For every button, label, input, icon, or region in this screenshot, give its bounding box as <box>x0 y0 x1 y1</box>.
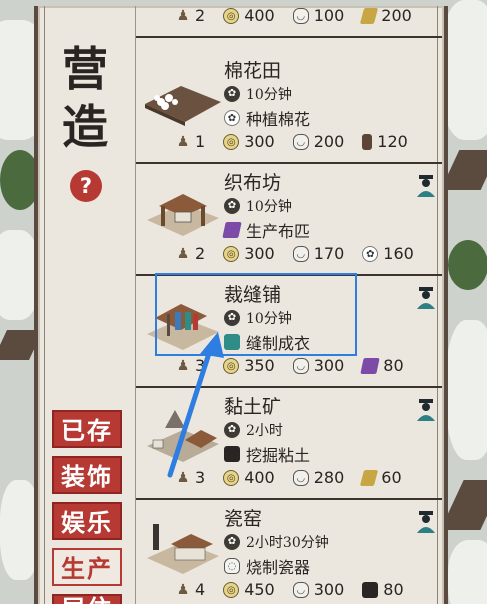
product-row: ◌ 烧制瓷器 <box>224 554 310 578</box>
cost-row: ♟ 4 ◎ 450 ◡ 300 80 <box>176 580 404 599</box>
cost-value: 1 <box>195 132 206 151</box>
tab-residence[interactable]: 居住 <box>52 594 122 604</box>
porcelain-kiln-image <box>147 524 219 574</box>
list-item-partial: ♟ 2 ◎ 400 ◡ 100 200 <box>136 6 442 38</box>
product-row: 生产布匹 <box>222 218 311 242</box>
list-item-porcelain-kiln[interactable]: 瓷窑 ✿ 2小时30分钟 ◌ 烧制瓷器 ♟ 4 ◎ 450 ◡ 300 80 <box>136 500 442 604</box>
bowl-icon: ◡ <box>292 7 309 24</box>
panel-title-line1: 营 <box>62 42 110 96</box>
brick-icon <box>360 7 379 24</box>
cost-value: 80 <box>383 356 404 375</box>
build-time-row: ✿ 2小时30分钟 <box>224 532 329 552</box>
cost-value: 160 <box>383 244 414 263</box>
cost-value: 200 <box>381 6 412 25</box>
worker-icon <box>417 175 435 197</box>
brick-icon <box>360 469 379 486</box>
cost-value: 400 <box>244 468 275 487</box>
build-time-row: ✿ 10分钟 <box>224 84 292 104</box>
person-icon: ♟ <box>176 7 190 24</box>
cloth-icon <box>222 222 242 238</box>
cost-value: 300 <box>313 580 345 599</box>
title-column: 营 造 ? <box>40 40 132 202</box>
tab-production[interactable]: 生产 <box>52 548 122 586</box>
cost-value: 2 <box>195 244 206 263</box>
product-row: 挖掘粘土 <box>224 442 310 466</box>
category-tabs: 已存 装饰 娱乐 生产 居住 <box>52 410 122 604</box>
cost-value: 300 <box>244 132 275 151</box>
product-label: 种植棉花 <box>246 110 311 129</box>
person-icon: ♟ <box>176 581 190 598</box>
worker-icon <box>417 511 435 533</box>
bowl-icon: ◡ <box>292 133 309 150</box>
cost-row: ♟ 1 ◎ 300 ◡ 200 120 <box>176 132 408 151</box>
building-name: 织布坊 <box>224 172 282 194</box>
time-icon: ✿ <box>224 86 240 102</box>
cost-value: 350 <box>244 356 275 375</box>
cost-row: ♟ 2 ◎ 400 ◡ 100 200 <box>176 6 412 25</box>
coin-icon: ◎ <box>223 133 240 150</box>
clay-icon <box>362 581 379 598</box>
bowl-icon: ◡ <box>292 581 309 598</box>
tab-entertainment[interactable]: 娱乐 <box>52 502 122 540</box>
cost-value: 300 <box>313 356 345 375</box>
wood-icon <box>362 133 373 150</box>
weaving-workshop-image <box>147 194 219 236</box>
cost-value: 2 <box>195 6 206 25</box>
cost-value: 200 <box>313 132 345 151</box>
coin-icon: ◎ <box>223 7 240 24</box>
list-item-weaving-workshop[interactable]: 织布坊 ✿ 10分钟 生产布匹 ♟ 2 ◎ 300 ◡ 170 ✿ 160 <box>136 164 442 276</box>
build-time: 2小时30分钟 <box>246 535 329 551</box>
product-row: ✿ 种植棉花 <box>224 106 310 130</box>
bowl-icon: ◡ <box>292 357 309 374</box>
tab-decoration[interactable]: 装饰 <box>52 456 122 494</box>
cost-value: 120 <box>377 132 408 151</box>
list-item-cotton-field[interactable]: 棉花田 ✿ 10分钟 ✿ 种植棉花 ♟ 1 ◎ 300 ◡ 200 120 <box>136 52 442 164</box>
build-time: 10分钟 <box>246 87 292 103</box>
cloth-icon <box>360 357 380 374</box>
build-time-row: ✿ 2小时 <box>224 420 283 440</box>
help-button[interactable]: ? <box>70 170 102 202</box>
cost-value: 450 <box>244 580 275 599</box>
worker-icon <box>417 399 435 421</box>
cotton-field-image <box>145 86 221 126</box>
coin-icon: ◎ <box>223 581 240 598</box>
cost-value: 60 <box>381 468 402 487</box>
cost-value: 400 <box>244 6 275 25</box>
build-time: 10分钟 <box>246 199 292 215</box>
panel-title-line2: 造 <box>62 100 110 154</box>
cotton-icon: ✿ <box>224 110 240 126</box>
building-name: 瓷窑 <box>224 508 263 530</box>
bowl-icon: ◡ <box>292 245 309 262</box>
worker-icon <box>417 287 435 309</box>
vase-icon: ◌ <box>224 558 240 574</box>
time-icon: ✿ <box>224 534 240 550</box>
build-time-row: ✿ 10分钟 <box>224 196 292 216</box>
bowl-icon: ◡ <box>292 469 309 486</box>
product-label: 挖掘粘土 <box>246 446 311 465</box>
cotton-icon: ✿ <box>362 245 379 262</box>
product-label: 生产布匹 <box>246 222 311 241</box>
person-icon: ♟ <box>176 133 190 150</box>
building-name: 棉花田 <box>224 60 282 82</box>
cost-value: 100 <box>313 6 345 25</box>
building-name: 黏土矿 <box>224 396 282 418</box>
product-label: 烧制瓷器 <box>246 558 311 577</box>
pointer-arrow-icon <box>167 332 224 478</box>
coin-icon: ◎ <box>223 245 240 262</box>
build-time: 2小时 <box>246 423 283 439</box>
cost-row: ♟ 2 ◎ 300 ◡ 170 ✿ 160 <box>176 244 414 263</box>
tab-stored[interactable]: 已存 <box>52 410 122 448</box>
cost-value: 300 <box>244 244 275 263</box>
cost-value: 4 <box>195 580 206 599</box>
person-icon: ♟ <box>176 245 190 262</box>
cost-value: 80 <box>383 580 404 599</box>
time-icon: ✿ <box>224 198 240 214</box>
cost-value: 170 <box>313 244 345 263</box>
cost-value: 280 <box>313 468 345 487</box>
